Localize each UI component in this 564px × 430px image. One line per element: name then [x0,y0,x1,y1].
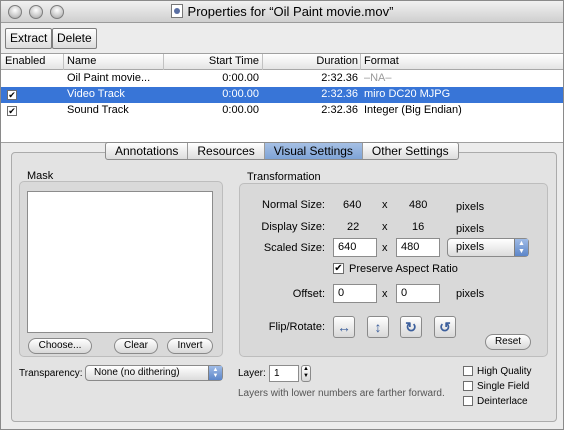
offset-x-field[interactable]: 0 [333,284,377,303]
track-duration: 2:32.36 [321,72,358,84]
preserve-aspect-ratio-label[interactable]: Preserve Aspect Ratio [349,263,458,275]
scaled-size-label: Scaled Size: [263,242,325,254]
rotate-counterclockwise-icon[interactable]: ↺ [434,316,456,338]
scaled-width-field[interactable]: 640 [333,238,377,257]
layer-note: Layers with lower numbers are farther fo… [238,388,445,399]
tab-visual-settings[interactable]: Visual Settings [264,143,363,159]
display-height-value: 16 [412,221,425,233]
mask-image-well[interactable] [27,191,213,333]
track-duration: 2:32.36 [321,104,358,116]
track-duration: 2:32.36 [321,88,358,100]
flip-vertical-icon[interactable]: ↕ [367,316,389,338]
normal-height-value: 480 [409,199,428,211]
delete-button[interactable]: Delete [52,28,97,49]
times-separator: x [382,221,388,233]
window-title-area: Properties for “Oil Paint movie.mov” [1,4,563,19]
column-header-format[interactable]: Format [364,55,399,67]
table-row[interactable]: Oil Paint movie... 0:00.00 2:32.36 –NA– [1,71,563,87]
offset-y-field[interactable]: 0 [396,284,440,303]
clear-mask-button[interactable]: Clear [114,338,158,354]
column-header-start-time[interactable]: Start Time [163,55,259,67]
scale-units-value: pixels [456,241,485,253]
movie-file-icon [170,4,183,18]
pixels-unit: pixels [456,288,485,300]
track-name: Oil Paint movie... [67,72,151,84]
layer-field[interactable]: 1 [269,365,299,382]
layer-stepper[interactable]: ▲ ▼ [301,365,311,382]
deinterlace-label[interactable]: Deinterlace [477,396,528,407]
tracks-table: Enabled Name Start Time Duration Format … [1,53,563,143]
single-field-label[interactable]: Single Field [477,381,529,392]
offset-label: Offset: [292,288,325,300]
track-name: Sound Track [67,104,129,116]
mask-group-title: Mask [27,170,54,182]
column-header-enabled[interactable]: Enabled [5,55,45,67]
track-enabled-checkbox[interactable]: ✔ [7,106,17,116]
tab-resources[interactable]: Resources [188,143,265,159]
track-start-time: 0:00.00 [222,88,259,100]
window-title: Properties for “Oil Paint movie.mov” [187,4,394,19]
track-start-time: 0:00.00 [222,104,259,116]
table-header: Enabled Name Start Time Duration Format [1,54,563,70]
transparency-label: Transparency: [19,368,83,379]
scaled-height-field[interactable]: 480 [396,238,440,257]
flip-horizontal-icon[interactable]: ↔ [333,316,355,338]
display-width-value: 22 [347,221,360,233]
transformation-group-title: Transformation [247,171,321,183]
layer-label: Layer: [238,368,266,379]
transparency-popup[interactable]: None (no dithering) ▲ ▼ [85,365,223,381]
transparency-value: None (no dithering) [94,367,180,378]
single-field-checkbox[interactable] [463,381,473,391]
pixels-unit: pixels [456,223,485,235]
high-quality-checkbox[interactable] [463,366,473,376]
track-start-time: 0:00.00 [222,72,259,84]
times-separator: x [382,242,388,254]
extract-button[interactable]: Extract [5,28,53,49]
invert-mask-button[interactable]: Invert [167,338,213,354]
pixels-unit: pixels [456,201,485,213]
toolbar: Extract Delete [1,24,563,53]
column-header-name[interactable]: Name [67,55,96,67]
tab-other-settings[interactable]: Other Settings [363,143,458,159]
flip-rotate-label: Flip/Rotate: [268,321,325,333]
properties-window: Properties for “Oil Paint movie.mov” Ext… [0,0,564,430]
track-format: Integer (Big Endian) [364,104,462,116]
times-separator: x [382,199,388,211]
track-enabled-checkbox[interactable]: ✔ [7,90,17,100]
table-row[interactable]: ✔ Video Track 0:00.00 2:32.36 miro DC20 … [1,87,563,103]
preserve-aspect-ratio-checkbox[interactable]: ✔ [333,263,344,274]
scale-units-popup[interactable]: pixels ▲ ▼ [447,238,529,257]
track-name: Video Track [67,88,125,100]
deinterlace-checkbox[interactable] [463,396,473,406]
settings-tabs: Annotations Resources Visual Settings Ot… [105,142,459,160]
popup-arrows-icon: ▲ ▼ [208,366,222,380]
track-format: miro DC20 MJPG [364,88,451,100]
tab-annotations[interactable]: Annotations [106,143,189,159]
times-separator: x [382,288,388,300]
table-row[interactable]: ✔ Sound Track 0:00.00 2:32.36 Integer (B… [1,103,563,119]
choose-mask-button[interactable]: Choose... [28,338,92,354]
reset-button[interactable]: Reset [485,334,531,350]
rotate-clockwise-icon[interactable]: ↻ [400,316,422,338]
normal-size-label: Normal Size: [262,199,325,211]
popup-arrows-icon: ▲ ▼ [514,239,528,256]
title-bar: Properties for “Oil Paint movie.mov” [1,1,563,23]
track-format: –NA– [364,72,392,84]
normal-width-value: 640 [343,199,362,211]
column-header-duration[interactable]: Duration [262,55,358,67]
high-quality-label[interactable]: High Quality [477,366,531,377]
display-size-label: Display Size: [261,221,325,233]
